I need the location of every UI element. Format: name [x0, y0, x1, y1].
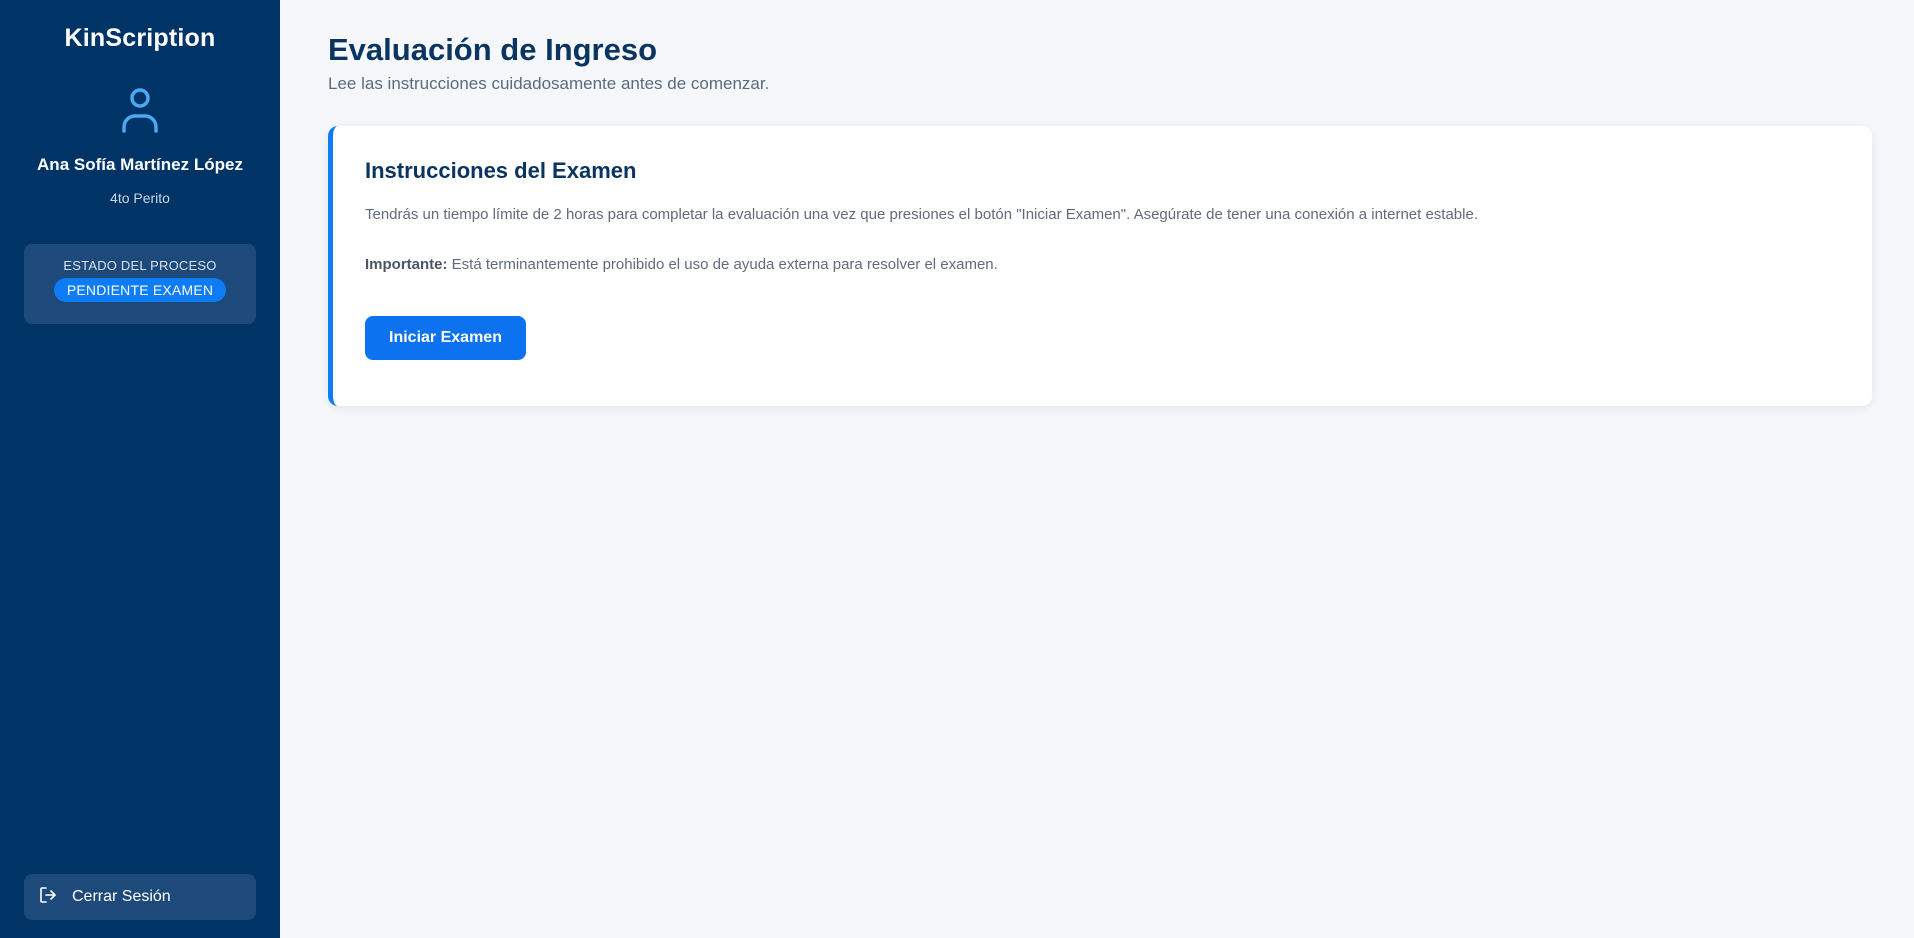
card-title: Instrucciones del Examen [365, 158, 637, 183]
important-text: Está terminantemente prohibido el uso de… [447, 256, 998, 273]
sidebar: KinScription Ana Sofía Martínez López 4t… [0, 0, 280, 938]
important-notice: Importante: Está terminantemente prohibi… [365, 255, 1840, 275]
page-title: Evaluación de Ingreso [328, 32, 658, 67]
instructions-card: Instrucciones del Examen Tendrás un tiem… [328, 126, 1872, 406]
logout-label: Cerrar Sesión [72, 888, 171, 905]
brand-logo: KinScription [64, 24, 216, 52]
time-limit-text: Tendrás un tiempo límite de 2 horas para… [365, 206, 1478, 223]
logout-icon [38, 885, 72, 910]
status-badge: PENDIENTE EXAMEN [53, 278, 227, 302]
main-content: Evaluación de Ingreso Lee las instruccio… [280, 0, 1914, 938]
app-root: KinScription Ana Sofía Martínez López 4t… [0, 0, 1914, 938]
logout-button[interactable]: Cerrar Sesión [24, 874, 256, 920]
start-exam-button[interactable]: Iniciar Examen [365, 316, 526, 360]
page-subtitle: Lee las instrucciones cuidadosamente ant… [328, 74, 770, 93]
status-title: ESTADO DEL PROCESO [63, 258, 217, 273]
user-role: 4to Perito [110, 190, 170, 206]
important-label: Importante: [365, 256, 448, 273]
user-icon [118, 85, 162, 135]
user-name: Ana Sofía Martínez López [37, 155, 243, 174]
process-status-box: ESTADO DEL PROCESO PENDIENTE EXAMEN [24, 244, 256, 324]
